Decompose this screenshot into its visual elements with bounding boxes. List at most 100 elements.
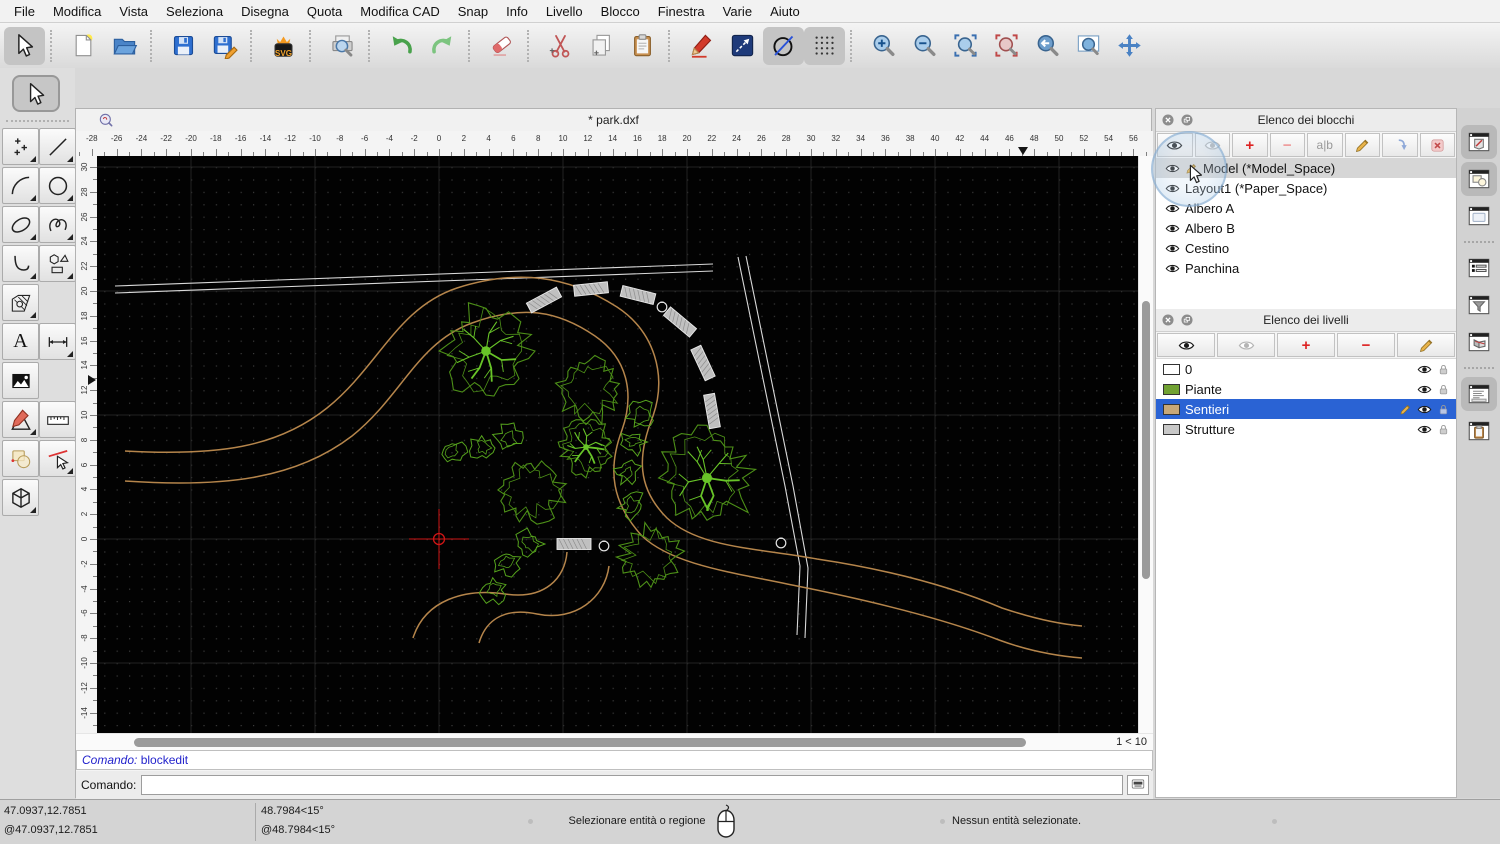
- spline-tool[interactable]: [39, 206, 76, 243]
- block-visibility-eye-icon[interactable]: [1165, 261, 1180, 276]
- zoom-previous-button[interactable]: [1027, 27, 1068, 65]
- new-file-button[interactable]: [63, 27, 104, 65]
- cad-canvas[interactable]: [97, 156, 1138, 788]
- block-row[interactable]: Albero B: [1156, 218, 1456, 238]
- menu-item[interactable]: File: [5, 4, 44, 19]
- modify-attributes-tool[interactable]: [39, 440, 76, 477]
- layer-lock-icon[interactable]: [1437, 423, 1450, 436]
- image-tool[interactable]: [2, 362, 39, 399]
- draft-tool[interactable]: [2, 401, 39, 438]
- menu-item[interactable]: Modifica: [44, 4, 110, 19]
- layer-visibility-eye-icon[interactable]: [1417, 422, 1432, 437]
- dock-window-button[interactable]: [1461, 199, 1497, 233]
- zoom-selection-button[interactable]: [986, 27, 1027, 65]
- layer-row[interactable]: 0: [1156, 359, 1456, 379]
- draw-button[interactable]: [681, 27, 722, 65]
- layer-visibility-eye-icon[interactable]: [1417, 382, 1432, 397]
- hide-all-blocks-button[interactable]: [1194, 133, 1230, 157]
- rename-block-button[interactable]: a|b: [1307, 133, 1343, 157]
- zoom-window-button[interactable]: [1068, 27, 1109, 65]
- horizontal-scrollbar-thumb[interactable]: [134, 738, 1026, 747]
- copy-button[interactable]: [581, 27, 622, 65]
- edit-layer-button[interactable]: [1397, 333, 1455, 357]
- vertical-scrollbar-thumb[interactable]: [1142, 301, 1150, 579]
- remove-layer-button[interactable]: −: [1337, 333, 1395, 357]
- line-tool[interactable]: [39, 128, 76, 165]
- horizontal-scrollbar[interactable]: 1 < 10: [76, 733, 1153, 751]
- cut-button[interactable]: [540, 27, 581, 65]
- menu-item[interactable]: Seleziona: [157, 4, 232, 19]
- undo-button[interactable]: [381, 27, 422, 65]
- insert-block-button[interactable]: [1382, 133, 1418, 157]
- dock-filter-button[interactable]: [1461, 288, 1497, 322]
- block-row[interactable]: Panchina: [1156, 258, 1456, 278]
- redo-button[interactable]: [422, 27, 463, 65]
- layer-lock-icon[interactable]: [1437, 383, 1450, 396]
- select-tool-button[interactable]: [4, 26, 45, 65]
- block-visibility-eye-icon[interactable]: [1165, 161, 1180, 176]
- block-visibility-eye-icon[interactable]: [1165, 241, 1180, 256]
- menu-item[interactable]: Blocco: [592, 4, 649, 19]
- menu-item[interactable]: Varie: [714, 4, 761, 19]
- float-panel-icon[interactable]: [1180, 313, 1194, 327]
- block-row[interactable]: Layout1 (*Paper_Space): [1156, 178, 1456, 198]
- layer-lock-icon[interactable]: [1437, 403, 1450, 416]
- layer-visibility-eye-icon[interactable]: [1417, 402, 1432, 417]
- layer-row[interactable]: Sentieri: [1156, 399, 1456, 419]
- menu-item[interactable]: Modifica CAD: [351, 4, 448, 19]
- block-row[interactable]: Model (*Model_Space): [1156, 158, 1456, 178]
- circle-tool-button[interactable]: [763, 26, 804, 65]
- circle-tool[interactable]: [39, 167, 76, 204]
- iso-view-tool[interactable]: [2, 479, 39, 516]
- add-block-button[interactable]: +: [1232, 133, 1268, 157]
- polyline-tool[interactable]: [2, 245, 39, 282]
- block-row[interactable]: Albero A: [1156, 198, 1456, 218]
- layer-row[interactable]: Piante: [1156, 379, 1456, 399]
- menu-item[interactable]: Snap: [449, 4, 497, 19]
- float-panel-icon[interactable]: [1180, 113, 1194, 127]
- command-input[interactable]: [141, 775, 1123, 795]
- block-visibility-eye-icon[interactable]: [1165, 201, 1180, 216]
- ellipse-tool[interactable]: [2, 206, 39, 243]
- layer-visibility-eye-icon[interactable]: [1417, 362, 1432, 377]
- points-tool[interactable]: [2, 128, 39, 165]
- modify-tool[interactable]: [2, 440, 39, 477]
- edit-block-button[interactable]: [1344, 133, 1380, 157]
- dock-wall-button[interactable]: [1461, 325, 1497, 359]
- remove-block-button[interactable]: −: [1269, 133, 1305, 157]
- measure-tool[interactable]: [39, 401, 76, 438]
- paste-button[interactable]: [622, 27, 663, 65]
- block-row[interactable]: Cestino: [1156, 238, 1456, 258]
- block-visibility-eye-icon[interactable]: [1165, 221, 1180, 236]
- layer-lock-icon[interactable]: [1437, 363, 1450, 376]
- open-file-button[interactable]: [104, 27, 145, 65]
- dock-clipboard-button[interactable]: [1461, 414, 1497, 448]
- save-button[interactable]: [163, 27, 204, 65]
- pan-button[interactable]: [1109, 27, 1150, 65]
- arc-tool[interactable]: [2, 167, 39, 204]
- menu-item[interactable]: Disegna: [232, 4, 298, 19]
- dock-block-edit-button[interactable]: [1460, 125, 1497, 159]
- polygon-tool[interactable]: [39, 245, 76, 282]
- hatch-tool[interactable]: [2, 284, 39, 321]
- save-as-button[interactable]: [204, 27, 245, 65]
- zoom-auto-button[interactable]: [945, 27, 986, 65]
- menu-item[interactable]: Aiuto: [761, 4, 809, 19]
- delete-block-button[interactable]: [1419, 133, 1455, 157]
- dock-shapes-button[interactable]: [1460, 162, 1497, 196]
- show-all-blocks-button[interactable]: [1157, 133, 1193, 157]
- show-all-layers-button[interactable]: [1157, 333, 1215, 357]
- menu-item[interactable]: Finestra: [649, 4, 714, 19]
- menu-item[interactable]: Info: [497, 4, 537, 19]
- print-preview-button[interactable]: [322, 27, 363, 65]
- close-panel-icon[interactable]: [1161, 113, 1175, 127]
- grid-toggle-button[interactable]: [804, 26, 845, 65]
- hide-all-layers-button[interactable]: [1217, 333, 1275, 357]
- vertical-scrollbar[interactable]: [1138, 156, 1153, 733]
- dock-list-button[interactable]: [1461, 251, 1497, 285]
- menu-item[interactable]: Vista: [110, 4, 157, 19]
- delete-button[interactable]: [481, 27, 522, 65]
- zoom-out-button[interactable]: [904, 27, 945, 65]
- block-visibility-eye-icon[interactable]: [1165, 181, 1180, 196]
- menu-item[interactable]: Quota: [298, 4, 351, 19]
